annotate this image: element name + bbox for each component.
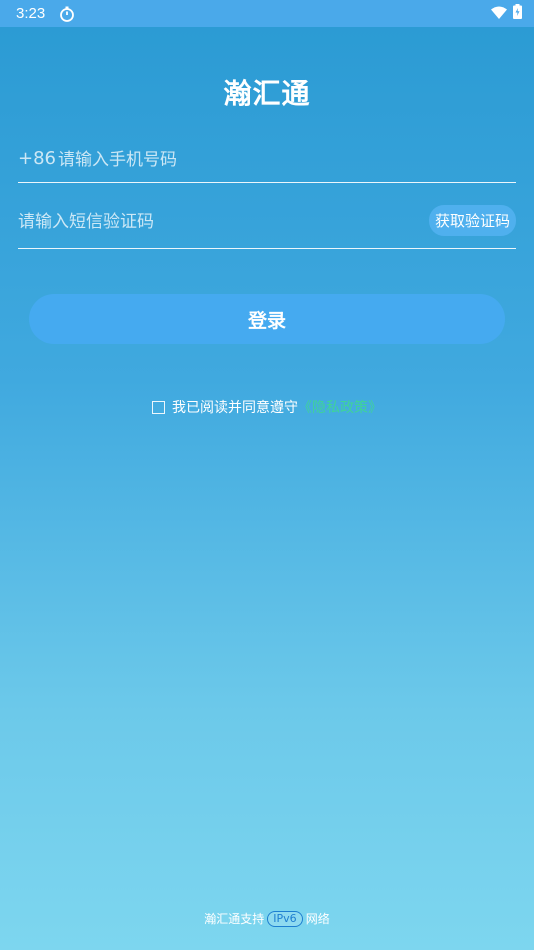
footer: 瀚汇通支持 IPv6 网络 [0,910,534,927]
wifi-icon [491,4,507,23]
country-code-prefix: +86 [18,148,56,169]
status-icons [491,4,522,23]
privacy-policy-link[interactable]: 《隐私政策》 [298,397,382,417]
footer-prefix: 瀚汇通支持 [204,912,265,926]
phone-input[interactable] [58,148,498,172]
app-title: 瀚汇通 [223,77,311,110]
code-field: 获取验证码 [18,202,516,249]
battery-icon [513,4,522,23]
status-bar: 3:23 [0,0,534,27]
phone-field: +86 [18,140,516,183]
agreement-text: 我已阅读并同意遵守 [172,400,298,416]
login-button[interactable]: 登录 [29,294,505,344]
sms-code-input[interactable] [18,210,418,234]
status-time: 3:23 [16,5,46,22]
ipv6-badge: IPv6 [267,910,303,927]
agreement-row: 我已阅读并同意遵守 《隐私政策》 [0,397,534,417]
get-code-button[interactable]: 获取验证码 [428,205,516,236]
agreement-checkbox[interactable] [152,400,165,414]
footer-suffix: 网络 [305,912,330,926]
timer-icon [59,6,75,22]
